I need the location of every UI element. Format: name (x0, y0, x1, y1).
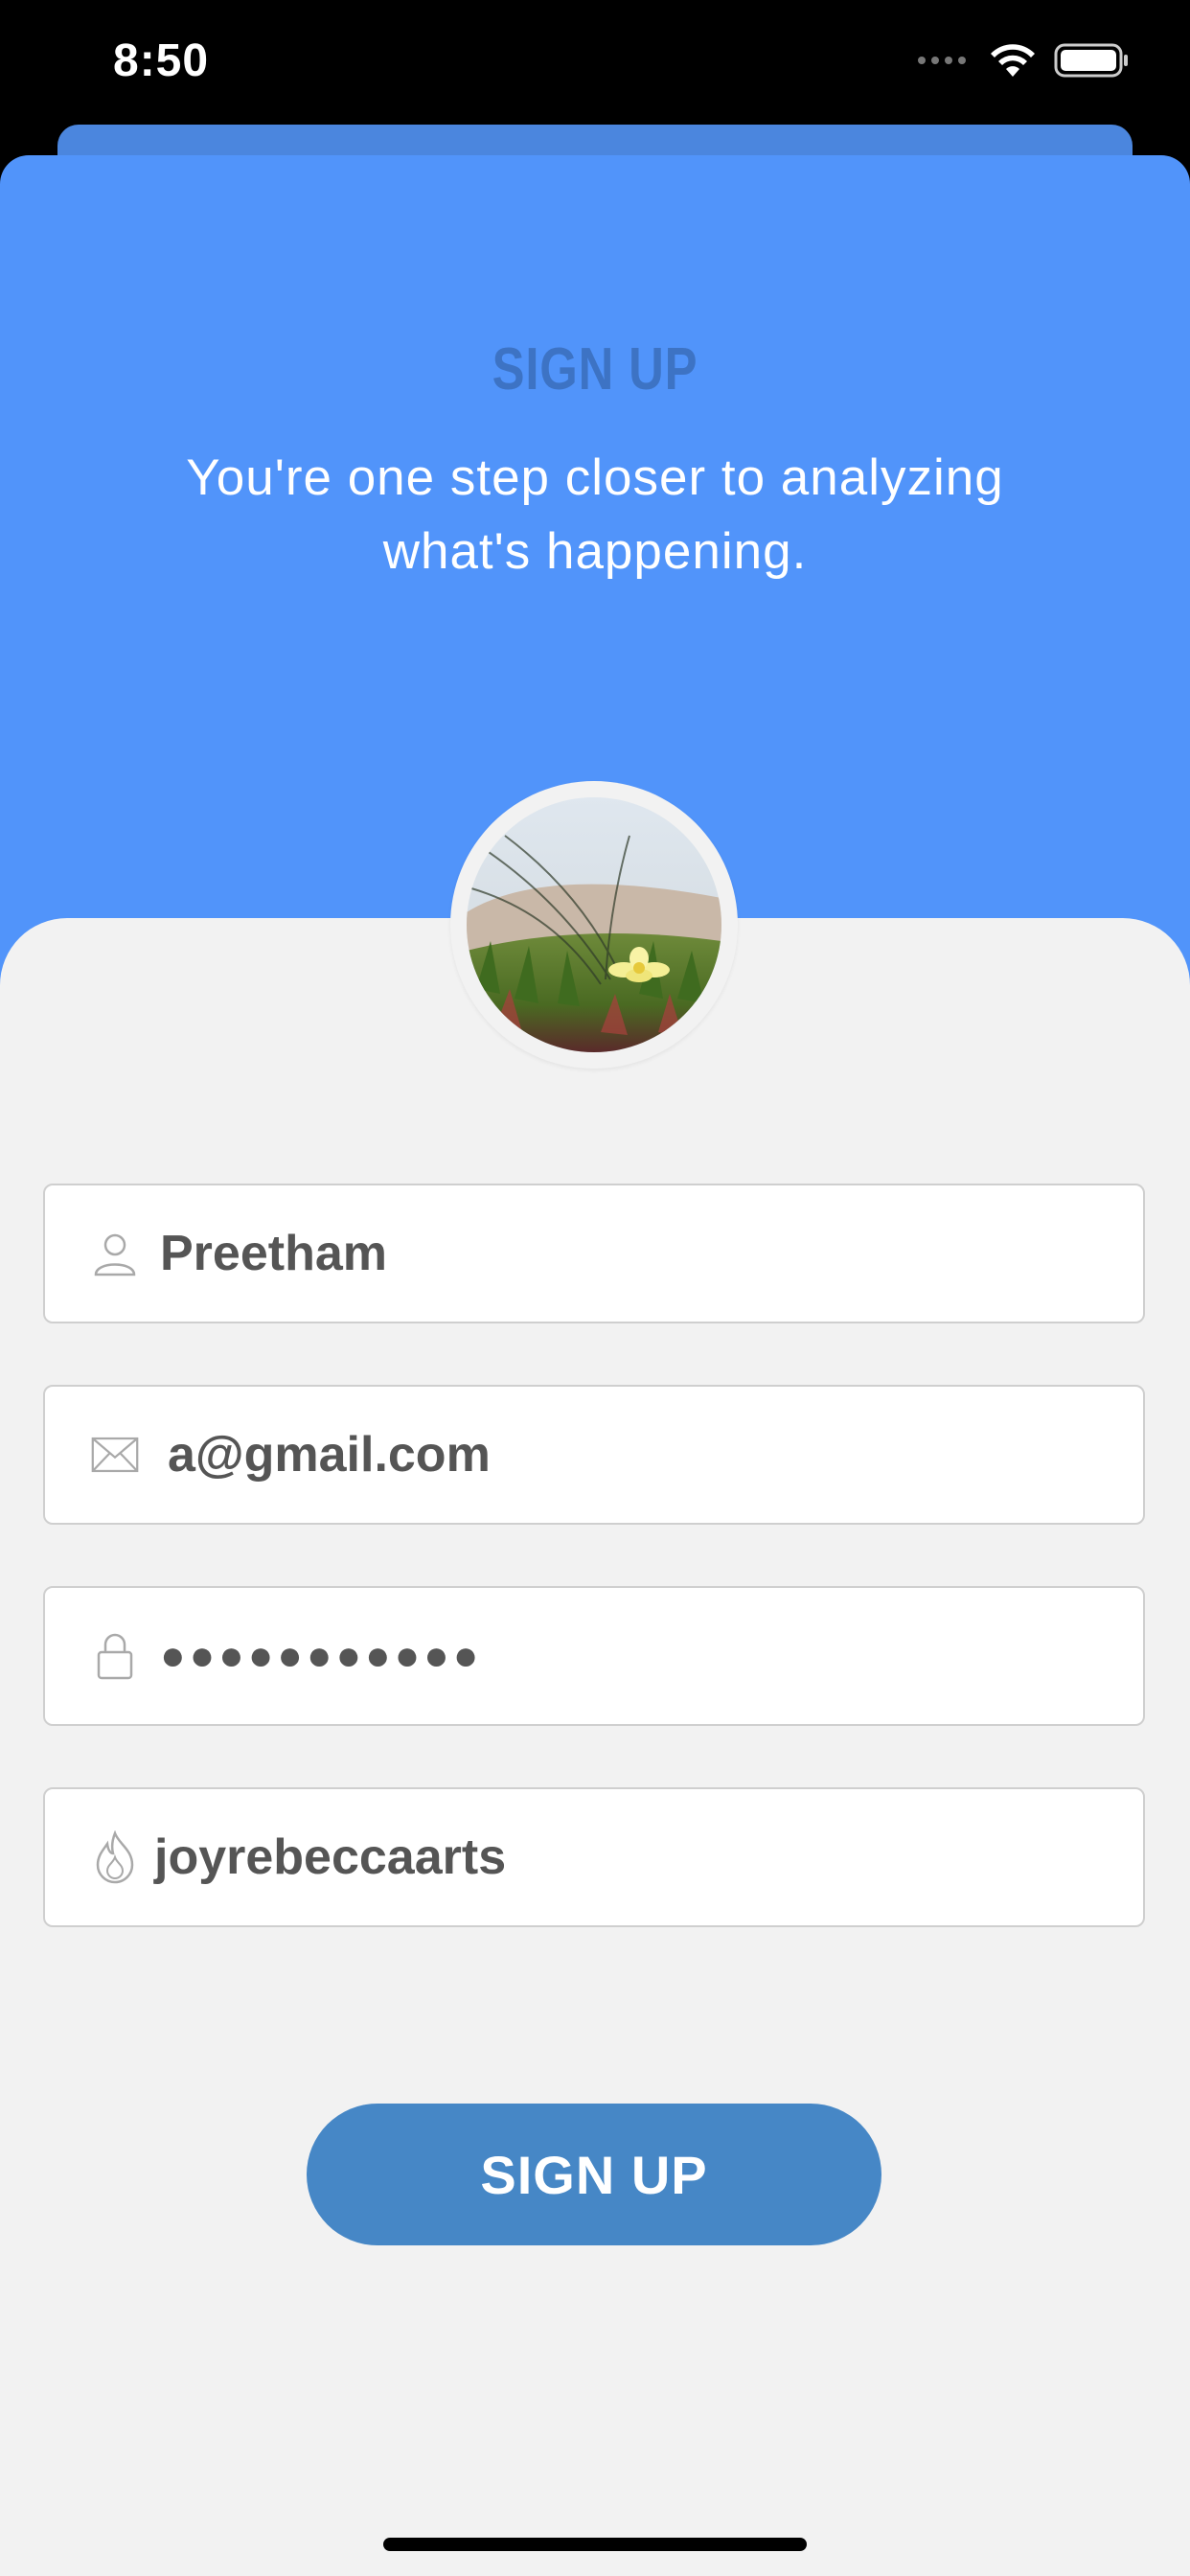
avatar (467, 797, 721, 1052)
page-subtitle: You're one step closer to analyzing what… (186, 449, 1004, 580)
page-title: SIGN UP (492, 336, 698, 402)
wifi-icon (991, 44, 1035, 77)
status-time: 8:50 (113, 35, 210, 86)
handle-value: joyrebeccaarts (154, 1829, 507, 1885)
home-indicator[interactable] (383, 2538, 807, 2551)
email-value: a@gmail.com (168, 1427, 491, 1483)
flame-icon (91, 1830, 139, 1884)
form-panel (0, 918, 1190, 2576)
status-bar: 8:50 (0, 0, 1190, 125)
cellular-signal-icon (918, 57, 966, 64)
signup-button[interactable]: SIGN UP (307, 2104, 881, 2245)
status-icons (918, 42, 1131, 79)
password-field[interactable]: ●●●●●●●●●●● (43, 1586, 1145, 1726)
user-icon (91, 1230, 139, 1277)
avatar-photo (467, 797, 721, 1052)
email-field[interactable]: a@gmail.com (43, 1385, 1145, 1525)
envelope-icon (91, 1431, 139, 1479)
avatar-picker[interactable] (450, 781, 738, 1069)
password-value: ●●●●●●●●●●● (160, 1632, 483, 1679)
handle-field[interactable]: joyrebeccaarts (43, 1787, 1145, 1927)
battery-icon (1054, 43, 1128, 78)
lock-icon (91, 1632, 139, 1680)
username-field[interactable]: Preetham (43, 1184, 1145, 1323)
username-value: Preetham (160, 1226, 387, 1281)
